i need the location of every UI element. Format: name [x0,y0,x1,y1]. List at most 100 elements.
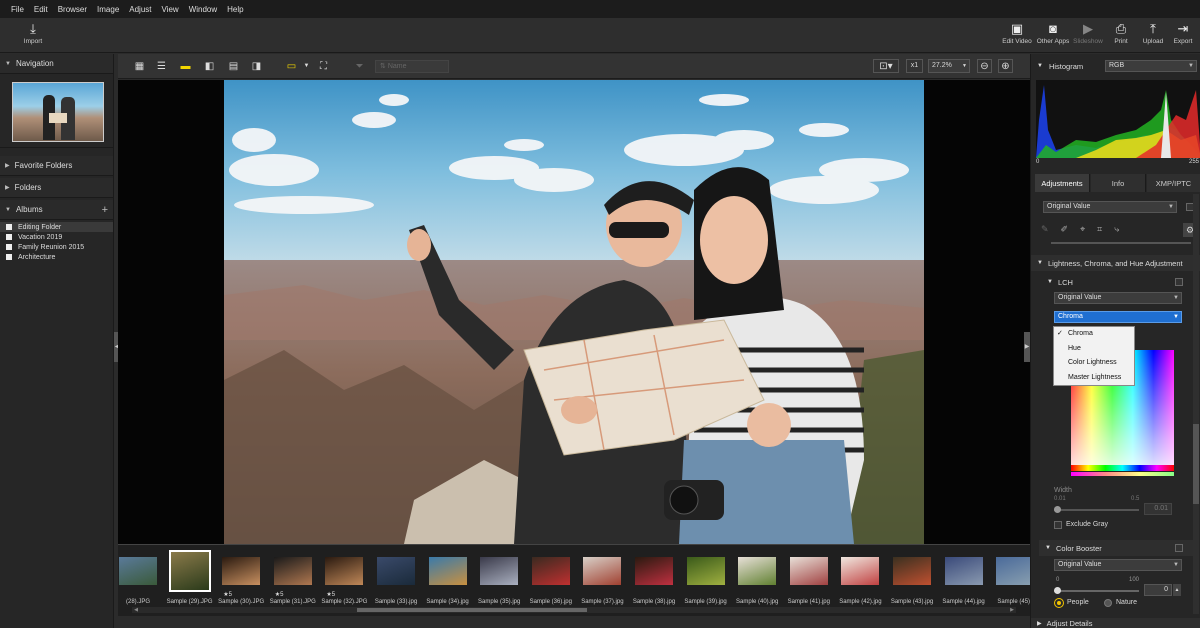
lch-subheader[interactable]: ▼ LCH [1041,274,1191,290]
filmstrip-thumbnail[interactable] [168,550,211,592]
folders-header[interactable]: ▶ Folders [0,178,113,198]
scroll-right-icon[interactable]: ▶ [1008,607,1016,613]
grid-view-icon[interactable]: ▦ [132,59,147,73]
single-view-icon[interactable]: ▬ [178,59,193,73]
menu-edit[interactable]: Edit [29,5,53,14]
upload-button[interactable]: ⤒ Upload [1136,20,1170,51]
scroll-left-icon[interactable]: ◀ [132,607,140,613]
filmstrip-thumbnail[interactable] [531,557,570,585]
album-item[interactable]: Architecture [0,252,113,262]
tab-xmp-iptc[interactable]: XMP/IPTC [1147,174,1200,192]
zoom-multiplier-button[interactable]: x1 [906,59,923,73]
filmstrip-thumbnail[interactable] [222,557,261,585]
adjust-details-header[interactable]: ▶ Adjust Details [1031,618,1200,628]
menu-window[interactable]: Window [184,5,222,14]
crop-icon[interactable]: ⌗ [1097,224,1102,238]
menu-item-master-lightness[interactable]: Master Lightness [1054,371,1134,386]
filmstrip-scrollbar[interactable]: ◀ ▶ [132,607,1016,613]
filmstrip-thumbnail[interactable] [480,557,519,585]
album-item[interactable]: Vacation 2019 [0,232,113,242]
add-album-icon[interactable]: + [102,204,108,216]
color-booster-preset-select[interactable]: Original Value ▼ [1054,559,1182,571]
slideshow-button[interactable]: ▶ Slideshow [1071,20,1105,51]
filmstrip-thumbnail[interactable] [996,557,1035,585]
width-slider[interactable] [1054,506,1139,513]
menu-adjust[interactable]: Adjust [124,5,156,14]
tab-info[interactable]: Info [1091,174,1146,192]
lch-preset-select[interactable]: Original Value ▼ [1054,292,1182,304]
menu-image[interactable]: Image [92,5,124,14]
favorite-folders-header[interactable]: ▶ Favorite Folders [0,156,113,176]
list-view-icon[interactable]: ☰ [154,59,169,73]
lch-section-header[interactable]: ▼ Lightness, Chroma, and Hue Adjustment [1031,255,1200,271]
retouch-icon[interactable]: ✐ [1061,224,1069,238]
lch-checkbox[interactable] [1175,278,1183,286]
color-booster-header[interactable]: ▼ Color Booster [1039,540,1194,556]
filmstrip-thumbnail[interactable] [377,557,415,585]
compare-view-icon[interactable]: ◧ [202,59,217,73]
fit-view-button[interactable]: ⊡▾ [873,59,899,73]
color-booster-checkbox[interactable] [1175,544,1183,552]
filmstrip-thumbnail[interactable] [738,557,777,585]
histogram-channel-select[interactable]: RGB ▼ [1105,60,1197,72]
chevron-down-icon[interactable]: ▼ [299,59,314,73]
split-view-icon[interactable]: ◨ [249,59,264,73]
adjustment-preset-select[interactable]: Original Value ▼ [1043,201,1177,213]
other-apps-button[interactable]: ◙ Other Apps [1036,20,1070,51]
filmstrip-thumbnail[interactable] [789,557,828,585]
color-booster-slider-handle[interactable] [1054,587,1061,594]
filmstrip-thumbnail[interactable] [273,557,312,585]
brush-icon[interactable]: ✎ [1041,224,1049,238]
menu-help[interactable]: Help [222,5,248,14]
albums-header[interactable]: ▼ Albums + [0,200,113,220]
filmstrip-thumbnail[interactable] [583,557,622,585]
navigation-header[interactable]: ▼ Navigation [0,54,113,74]
zoom-in-icon[interactable]: ⊕ [998,59,1013,73]
filmstrip-thumbnail[interactable] [428,557,467,585]
album-item[interactable]: Family Reunion 2015 [0,242,113,252]
control-point-icon[interactable]: ⌖ [1080,224,1085,238]
color-booster-slider[interactable] [1054,587,1139,594]
sort-select[interactable]: ⇅ Name [375,60,449,73]
navigation-thumbnail[interactable] [12,82,104,142]
menu-browser[interactable]: Browser [53,5,92,14]
filmstrip-thumbnail[interactable] [119,557,157,585]
lch-channel-select[interactable]: Chroma ▼ [1054,311,1182,323]
filmstrip-thumbnail[interactable] [635,557,673,585]
zoom-select[interactable]: 27.2% ▼ [928,59,970,73]
import-button[interactable]: ⤓ Import [16,20,50,51]
print-button[interactable]: ⎙ Print [1104,20,1138,51]
fit-screen-icon[interactable]: ⛶ [316,59,331,73]
exclude-gray-checkbox[interactable] [1054,521,1062,529]
filmstrip-thumbnail[interactable] [893,557,931,585]
menu-view[interactable]: View [157,5,184,14]
export-button[interactable]: ⇥ Export [1166,20,1200,51]
filmstrip-thumbnail[interactable] [944,557,983,585]
filmstrip-thumbnail[interactable] [841,557,880,585]
stepper-icon[interactable]: ▲ [1173,584,1181,596]
menu-item-hue[interactable]: Hue [1054,342,1134,357]
edit-video-button[interactable]: ▣ Edit Video [1000,20,1034,51]
filmstrip-toggle-icon[interactable]: ▭ [284,59,299,73]
menu-item-color-lightness[interactable]: Color Lightness [1054,356,1134,371]
slider-track[interactable] [1051,242,1191,244]
panel-scrollbar-thumb[interactable] [1193,424,1199,504]
straighten-icon[interactable]: ⤷ [1114,224,1119,238]
multi-view-icon[interactable]: ▤ [226,59,241,73]
filmstrip-thumbnail[interactable] [686,557,725,585]
color-booster-value-field[interactable]: 0 [1144,584,1172,596]
width-value-field[interactable]: 0.01 [1144,503,1172,515]
zoom-out-icon[interactable]: ⊖ [977,59,992,73]
tab-adjustments[interactable]: Adjustments [1035,174,1090,192]
width-slider-handle[interactable] [1054,506,1061,513]
scrollbar-thumb[interactable] [357,608,587,612]
panel-scrollbar[interactable] [1193,194,1199,614]
album-item[interactable]: Editing Folder [0,222,113,232]
filter-icon[interactable]: ⏷ [352,59,367,73]
menu-item-chroma[interactable]: ✓ Chroma [1054,327,1134,342]
main-photo[interactable] [224,80,924,544]
nature-radio[interactable] [1104,599,1112,607]
menu-file[interactable]: File [6,5,29,14]
filmstrip-thumbnail[interactable] [325,557,364,585]
people-radio[interactable] [1054,598,1064,608]
